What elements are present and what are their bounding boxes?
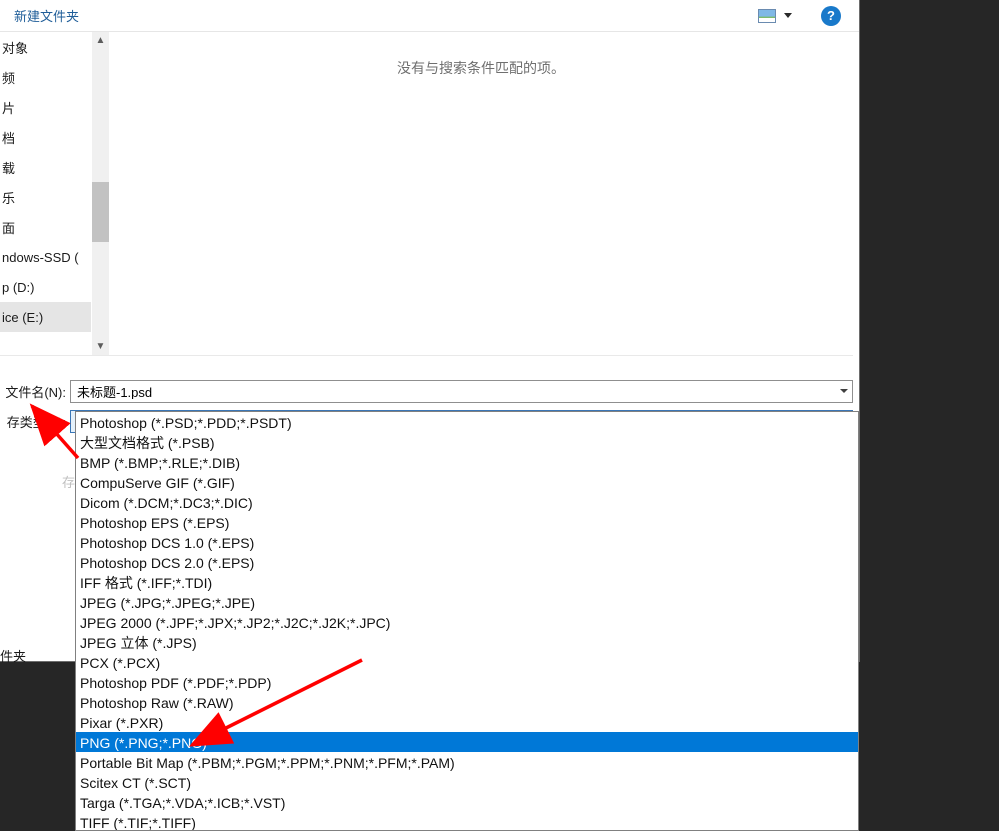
nav-item[interactable]: 档 — [0, 122, 92, 152]
new-folder-button[interactable]: 新建文件夹 — [0, 6, 79, 25]
filename-dropdown-icon[interactable] — [836, 389, 852, 393]
chevron-down-icon — [784, 13, 792, 18]
scroll-down-button[interactable]: ▼ — [92, 338, 109, 355]
savetype-option[interactable]: Photoshop PDF (*.PDF;*.PDP) — [76, 672, 858, 692]
savetype-option[interactable]: TIFF (*.TIF;*.TIFF) — [76, 812, 858, 831]
savetype-option[interactable]: PCX (*.PCX) — [76, 652, 858, 672]
hide-folders-label[interactable]: 件夹 — [0, 646, 26, 665]
savetype-option[interactable]: JPEG 立体 (*.JPS) — [76, 632, 858, 652]
empty-results-message: 没有与搜索条件匹配的项。 — [109, 58, 853, 78]
savetype-option[interactable]: Pixar (*.PXR) — [76, 712, 858, 732]
scroll-thumb[interactable] — [92, 182, 109, 242]
savetype-option[interactable]: Portable Bit Map (*.PBM;*.PGM;*.PPM;*.PN… — [76, 752, 858, 772]
nav-item[interactable]: ice (E:) — [0, 302, 92, 332]
nav-scrollbar[interactable]: ▲ ▼ — [92, 32, 109, 355]
nav-item[interactable]: ndows-SSD ( — [0, 242, 92, 272]
nav-item[interactable]: 片 — [0, 92, 92, 122]
savetype-dropdown-list[interactable]: Photoshop (*.PSD;*.PDD;*.PSDT)大型文档格式 (*.… — [75, 411, 859, 831]
savetype-option[interactable]: PNG (*.PNG;*.PNG) — [76, 732, 858, 752]
partial-label: 存 — [62, 472, 75, 491]
help-button[interactable]: ? — [821, 6, 841, 26]
savetype-option[interactable]: BMP (*.BMP;*.RLE;*.DIB) — [76, 452, 858, 472]
filename-input[interactable] — [71, 384, 836, 399]
nav-pane[interactable]: 对象频片档载乐面ndows-SSD (p (D:)ice (E:) — [0, 32, 92, 355]
savetype-option[interactable]: 大型文档格式 (*.PSB) — [76, 432, 858, 452]
filename-field[interactable] — [70, 380, 853, 403]
savetype-option[interactable]: Scitex CT (*.SCT) — [76, 772, 858, 792]
savetype-option[interactable]: JPEG (*.JPG;*.JPEG;*.JPE) — [76, 592, 858, 612]
nav-item[interactable]: 载 — [0, 152, 92, 182]
savetype-option[interactable]: Dicom (*.DCM;*.DC3;*.DIC) — [76, 492, 858, 512]
nav-item[interactable]: 面 — [0, 212, 92, 242]
nav-item[interactable]: 乐 — [0, 182, 92, 212]
savetype-option[interactable]: IFF 格式 (*.IFF;*.TDI) — [76, 572, 858, 592]
savetype-option[interactable]: Photoshop EPS (*.EPS) — [76, 512, 858, 532]
nav-item[interactable]: p (D:) — [0, 272, 92, 302]
savetype-option[interactable]: CompuServe GIF (*.GIF) — [76, 472, 858, 492]
savetype-option[interactable]: Photoshop DCS 1.0 (*.EPS) — [76, 532, 858, 552]
filename-label: 文件名(N): — [0, 382, 70, 401]
savetype-option[interactable]: Photoshop (*.PSD;*.PDD;*.PSDT) — [76, 412, 858, 432]
savetype-option[interactable]: Photoshop DCS 2.0 (*.EPS) — [76, 552, 858, 572]
filename-row: 文件名(N): — [0, 378, 853, 404]
savetype-option[interactable]: Photoshop Raw (*.RAW) — [76, 692, 858, 712]
nav-item[interactable]: 频 — [0, 62, 92, 92]
savetype-option[interactable]: JPEG 2000 (*.JPF;*.JPX;*.JP2;*.J2C;*.J2K… — [76, 612, 858, 632]
file-list-pane[interactable]: 没有与搜索条件匹配的项。 — [109, 32, 853, 355]
pictures-icon — [758, 9, 776, 23]
savetype-option[interactable]: Targa (*.TGA;*.VDA;*.ICB;*.VST) — [76, 792, 858, 812]
scroll-up-button[interactable]: ▲ — [92, 32, 109, 49]
nav-item[interactable]: 对象 — [0, 32, 92, 62]
view-mode-button[interactable] — [751, 6, 799, 26]
savetype-label: 存类型(T): — [0, 412, 70, 431]
dialog-toolbar: 新建文件夹 ? — [0, 0, 859, 32]
